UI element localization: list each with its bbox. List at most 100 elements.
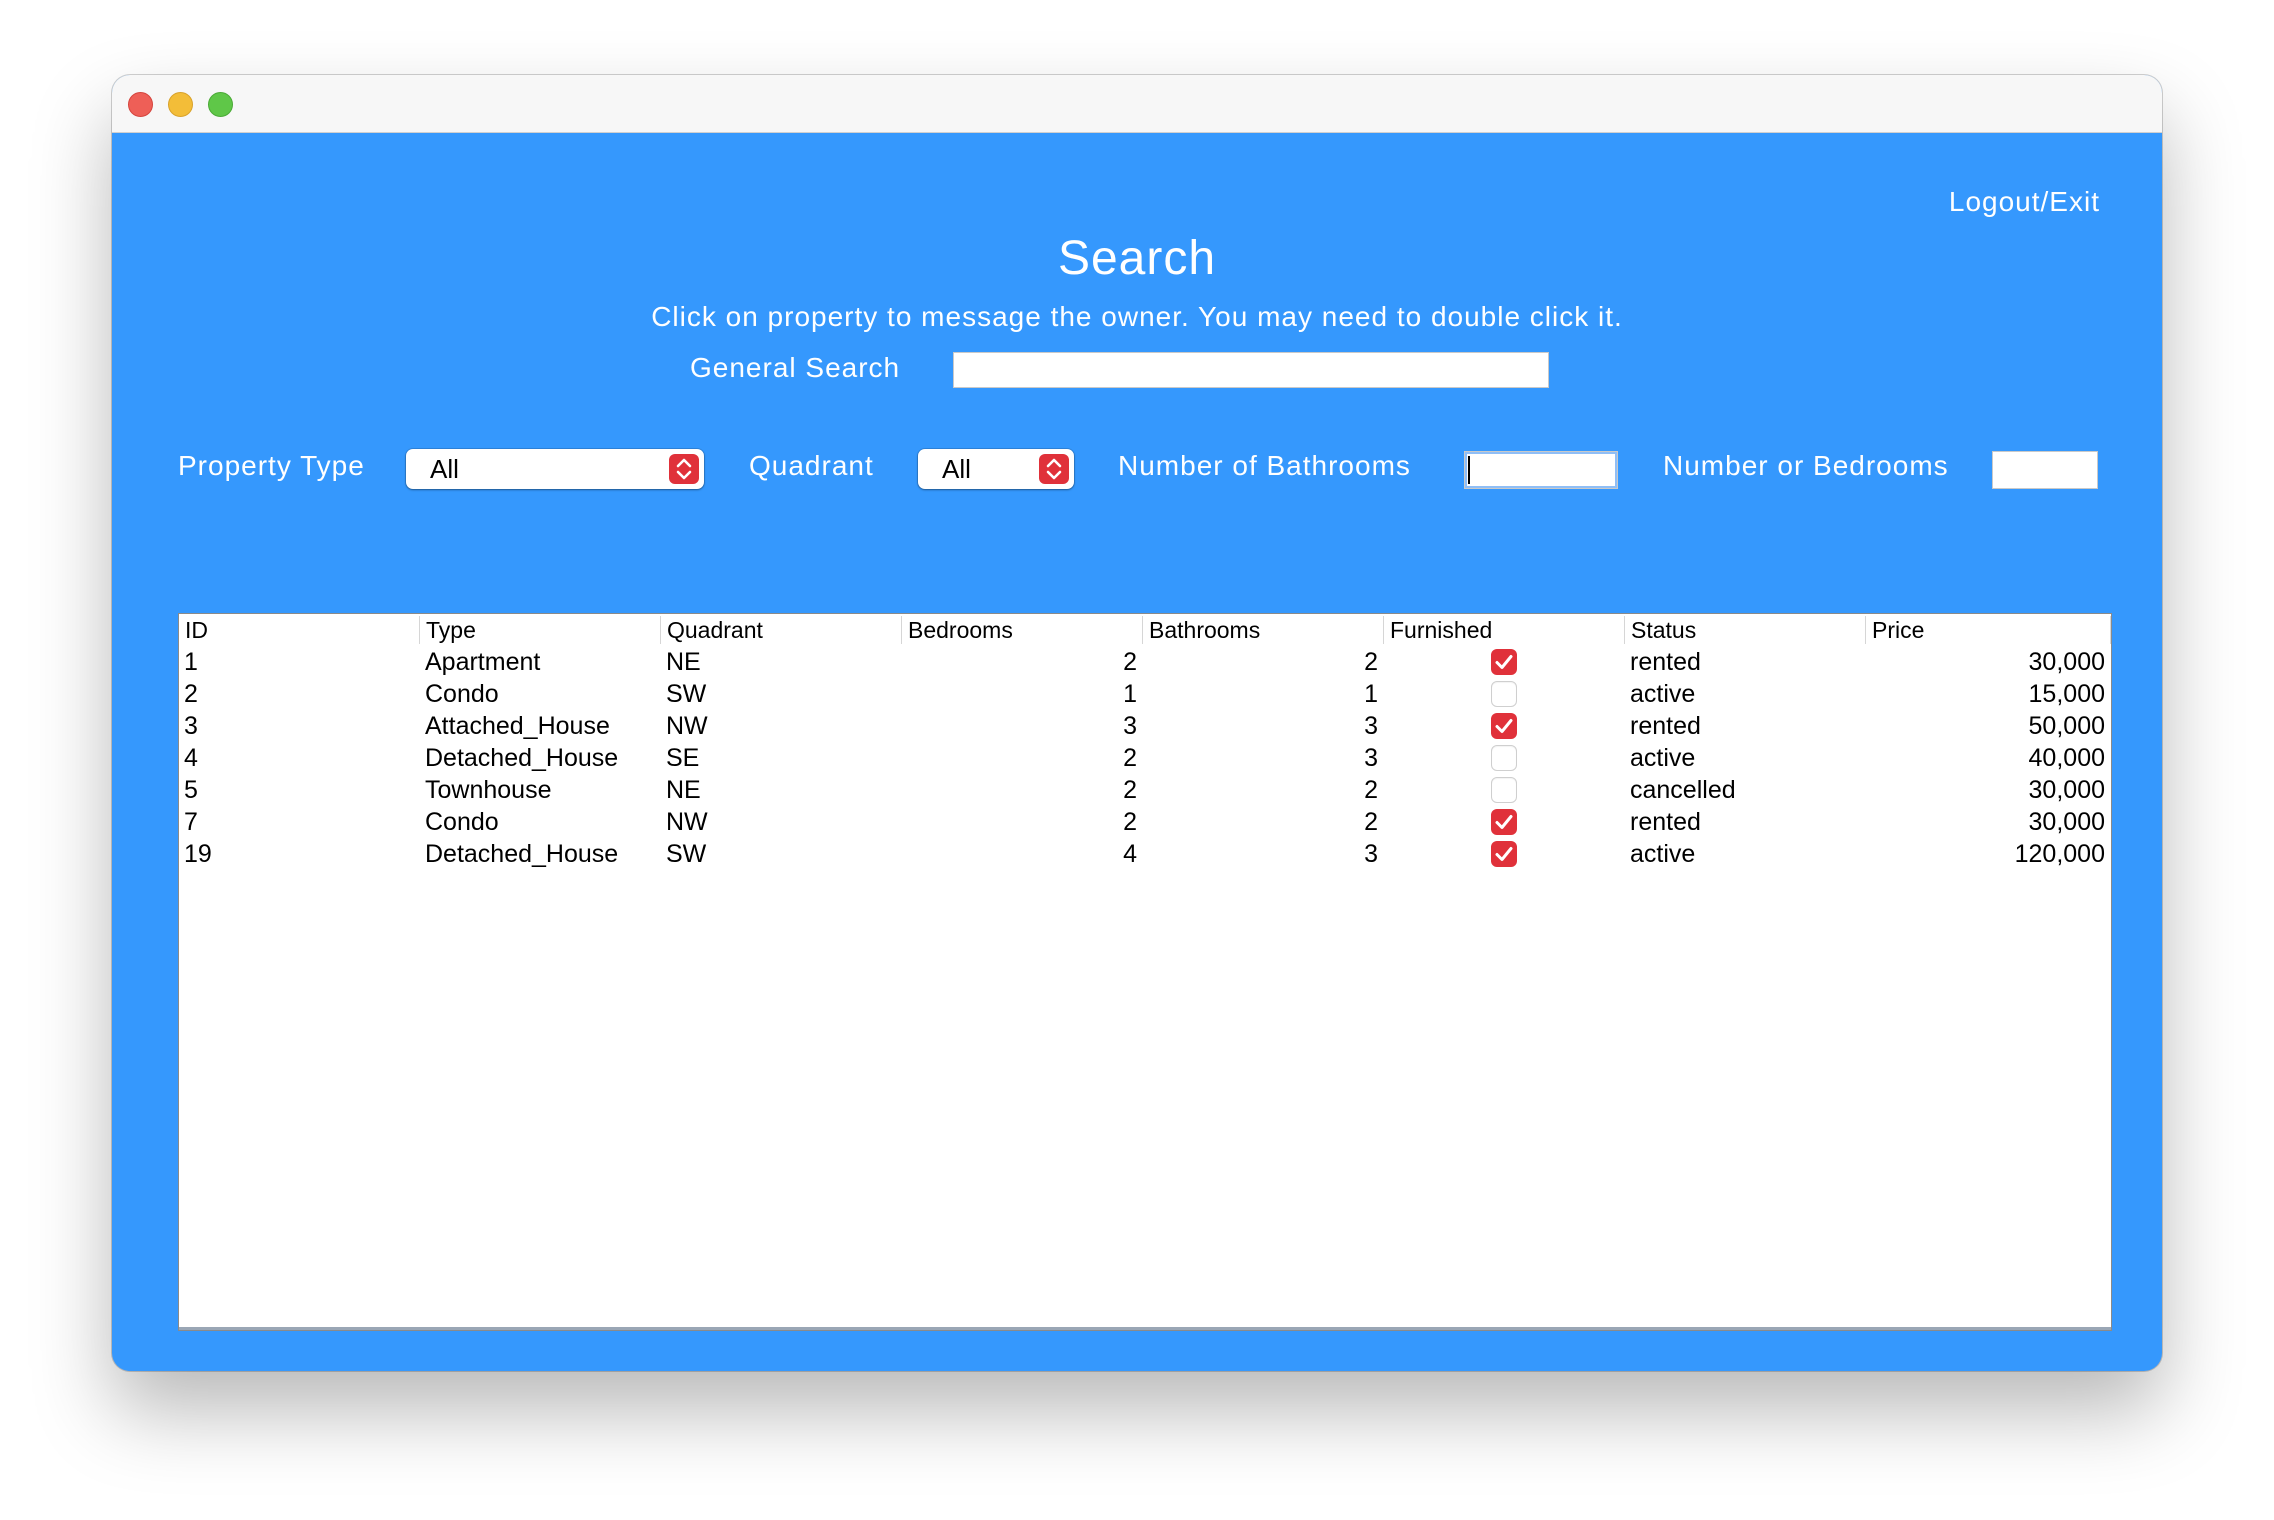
page-title: Search: [1057, 232, 1217, 285]
table-row[interactable]: 4 Detached_House SE 2 3 active 40,000: [179, 742, 2111, 774]
cell-id: 4: [184, 744, 198, 772]
column-header-bathrooms[interactable]: Bathrooms: [1143, 616, 1384, 644]
zoom-window-button[interactable]: [208, 92, 233, 117]
property-type-label: Property Type: [178, 450, 365, 481]
cell-id: 1: [184, 648, 198, 676]
cell-bathrooms: 3: [1364, 712, 1378, 740]
cell-type: Condo: [425, 680, 499, 708]
column-header-price[interactable]: Price: [1866, 616, 2111, 644]
furnished-checkbox[interactable]: [1491, 681, 1517, 707]
cell-type: Apartment: [425, 648, 541, 676]
cell-type: Attached_House: [425, 712, 610, 740]
column-header-type[interactable]: Type: [420, 616, 661, 644]
cell-bathrooms: 3: [1364, 840, 1378, 868]
cell-status: cancelled: [1630, 776, 1736, 804]
table-row[interactable]: 7 Condo NW 2 2 rented 30,000: [179, 806, 2111, 838]
cell-type: Condo: [425, 808, 499, 836]
cell-bathrooms: 3: [1364, 744, 1378, 772]
general-search-label: General Search: [690, 352, 901, 383]
cell-id: 2: [184, 680, 198, 708]
text-caret: [1468, 456, 1470, 484]
cell-price: 30,000: [2028, 648, 2105, 676]
furnished-checkbox[interactable]: [1491, 841, 1517, 867]
cell-price: 40,000: [2028, 744, 2105, 772]
cell-status: rented: [1630, 712, 1701, 740]
cell-type: Detached_House: [425, 744, 619, 772]
column-header-quadrant[interactable]: Quadrant: [661, 616, 902, 644]
cell-price: 30,000: [2028, 808, 2105, 836]
column-header-id[interactable]: ID: [179, 616, 420, 644]
bathrooms-label: Number of Bathrooms: [1118, 450, 1411, 481]
bedrooms-input[interactable]: [1992, 451, 2098, 489]
cell-status: active: [1630, 744, 1696, 772]
table-row[interactable]: 19 Detached_House SW 4 3 active 120,000: [179, 838, 2111, 870]
furnished-checkbox[interactable]: [1491, 713, 1517, 739]
close-window-button[interactable]: [128, 92, 153, 117]
cell-bedrooms: 2: [1123, 776, 1137, 804]
furnished-checkbox[interactable]: [1491, 777, 1517, 803]
cell-bedrooms: 3: [1123, 712, 1137, 740]
select-arrows-icon: [1039, 454, 1069, 484]
cell-status: active: [1630, 840, 1696, 868]
checkmark-icon: [1495, 847, 1513, 861]
table-row[interactable]: 1 Apartment NE 2 2 rented 30,000: [179, 646, 2111, 678]
cell-id: 5: [184, 776, 198, 804]
property-table[interactable]: ID Type Quadrant Bedrooms Bathrooms Furn…: [178, 613, 2112, 1331]
minimize-window-button[interactable]: [168, 92, 193, 117]
cell-bedrooms: 2: [1123, 648, 1137, 676]
cell-status: rented: [1630, 808, 1701, 836]
property-type-selected-value: All: [430, 454, 459, 484]
cell-quadrant: SW: [666, 680, 707, 708]
furnished-checkbox[interactable]: [1491, 809, 1517, 835]
cell-quadrant: SW: [666, 840, 707, 868]
cell-price: 30,000: [2028, 776, 2105, 804]
checkmark-icon: [1495, 719, 1513, 733]
cell-quadrant: NW: [666, 712, 708, 740]
bathrooms-input[interactable]: [1464, 451, 1618, 489]
table-row[interactable]: 5 Townhouse NE 2 2 cancelled 30,000: [179, 774, 2111, 806]
property-type-select[interactable]: All: [406, 449, 704, 489]
app-window: Logout/Exit Search Click on property to …: [112, 75, 2162, 1371]
cell-bathrooms: 2: [1364, 808, 1378, 836]
cell-price: 120,000: [2014, 840, 2105, 868]
cell-type: Detached_House: [425, 840, 619, 868]
table-header: ID Type Quadrant Bedrooms Bathrooms Furn…: [179, 614, 2111, 646]
table-row[interactable]: 2 Condo SW 1 1 active 15,000: [179, 678, 2111, 710]
cell-price: 15,000: [2028, 680, 2105, 708]
quadrant-selected-value: All: [942, 454, 971, 484]
select-arrows-icon: [669, 454, 699, 484]
checkmark-icon: [1495, 655, 1513, 669]
furnished-checkbox[interactable]: [1491, 649, 1517, 675]
table-row[interactable]: 3 Attached_House NW 3 3 rented 50,000: [179, 710, 2111, 742]
title-bar: [112, 75, 2162, 133]
cell-bedrooms: 1: [1123, 680, 1137, 708]
cell-id: 7: [184, 808, 198, 836]
cell-quadrant: NW: [666, 808, 708, 836]
cell-id: 19: [184, 840, 212, 868]
general-search-input[interactable]: [953, 352, 1549, 388]
cell-bathrooms: 1: [1364, 680, 1378, 708]
checkmark-icon: [1495, 815, 1513, 829]
cell-price: 50,000: [2028, 712, 2105, 740]
search-panel: Logout/Exit Search Click on property to …: [112, 133, 2162, 1371]
cell-quadrant: SE: [666, 744, 700, 772]
cell-bedrooms: 2: [1123, 744, 1137, 772]
page-subtitle: Click on property to message the owner. …: [651, 301, 1623, 332]
cell-quadrant: NE: [666, 776, 701, 804]
cell-bedrooms: 2: [1123, 808, 1137, 836]
column-header-status[interactable]: Status: [1625, 616, 1866, 644]
bathrooms-field-wrapper: [1464, 451, 1618, 489]
quadrant-select[interactable]: All: [918, 449, 1074, 489]
cell-status: active: [1630, 680, 1696, 708]
column-header-bedrooms[interactable]: Bedrooms: [902, 616, 1143, 644]
furnished-checkbox[interactable]: [1491, 745, 1517, 771]
column-header-furnished[interactable]: Furnished: [1384, 616, 1625, 644]
cell-id: 3: [184, 712, 198, 740]
table-bottom-border: [179, 1327, 2111, 1330]
bedrooms-label: Number or Bedrooms: [1663, 450, 1949, 481]
logout-exit-button[interactable]: Logout/Exit: [1949, 186, 2100, 218]
quadrant-label: Quadrant: [749, 450, 874, 481]
cell-status: rented: [1630, 648, 1701, 676]
cell-bedrooms: 4: [1123, 840, 1137, 868]
cell-type: Townhouse: [425, 776, 552, 804]
